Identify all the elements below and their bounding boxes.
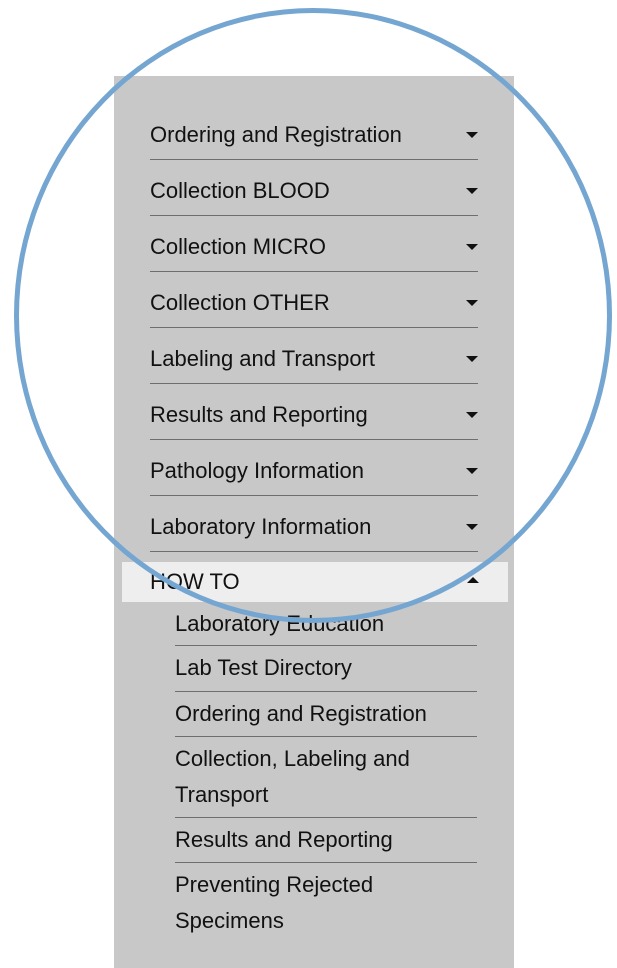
menu-item-label: Labeling and Transport: [150, 346, 376, 371]
navigation-menu: Ordering and Registration Collection BLO…: [114, 76, 514, 968]
submenu-item-lab-test-directory[interactable]: Lab Test Directory: [175, 646, 477, 692]
menu-item-how-to[interactable]: HOW TO: [122, 562, 508, 602]
menu-item-label: HOW TO: [150, 569, 240, 594]
submenu-item-results-reporting[interactable]: Results and Reporting: [175, 818, 477, 863]
submenu-item-label: Laboratory Education: [175, 611, 385, 636]
submenu-item-label: Lab Test Directory: [175, 655, 352, 680]
menu-item-ordering-registration[interactable]: Ordering and Registration: [150, 104, 478, 160]
caret-down-icon: [466, 132, 478, 138]
page: Ordering and Registration Collection BLO…: [0, 0, 617, 968]
menu-item-results-reporting[interactable]: Results and Reporting: [150, 384, 478, 440]
caret-down-icon: [466, 356, 478, 362]
submenu-item-label: Preventing Rejected Specimens: [175, 872, 374, 933]
submenu-item-collection-labeling-transport[interactable]: Collection, Labeling and Transport: [175, 737, 477, 818]
submenu-item-ordering-registration[interactable]: Ordering and Registration: [175, 692, 477, 737]
menu-item-label: Laboratory Information: [150, 514, 372, 539]
menu-item-label: Collection MICRO: [150, 234, 327, 259]
menu-item-collection-other[interactable]: Collection OTHER: [150, 272, 478, 328]
menu-item-labeling-transport[interactable]: Labeling and Transport: [150, 328, 478, 384]
menu-item-collection-blood[interactable]: Collection BLOOD: [150, 160, 478, 216]
menu-item-pathology-information[interactable]: Pathology Information: [150, 440, 478, 496]
caret-down-icon: [466, 412, 478, 418]
caret-down-icon: [466, 300, 478, 306]
submenu-item-label: Ordering and Registration: [175, 701, 427, 726]
caret-up-icon: [467, 577, 479, 583]
submenu-item-label: Collection, Labeling and Transport: [175, 746, 410, 807]
menu-item-label: Collection BLOOD: [150, 178, 330, 203]
submenu-item-label: Results and Reporting: [175, 827, 393, 852]
menu-item-label: Results and Reporting: [150, 402, 368, 427]
caret-down-icon: [466, 244, 478, 250]
menu-item-label: Collection OTHER: [150, 290, 330, 315]
menu-item-laboratory-information[interactable]: Laboratory Information: [150, 496, 478, 552]
caret-down-icon: [466, 188, 478, 194]
caret-down-icon: [466, 468, 478, 474]
menu-item-label: Ordering and Registration: [150, 122, 402, 147]
menu-item-label: Pathology Information: [150, 458, 365, 483]
submenu-item-preventing-rejected-specimens[interactable]: Preventing Rejected Specimens: [175, 863, 477, 945]
menu-item-collection-micro[interactable]: Collection MICRO: [150, 216, 478, 272]
submenu-item-laboratory-education[interactable]: Laboratory Education: [175, 602, 477, 646]
caret-down-icon: [466, 524, 478, 530]
